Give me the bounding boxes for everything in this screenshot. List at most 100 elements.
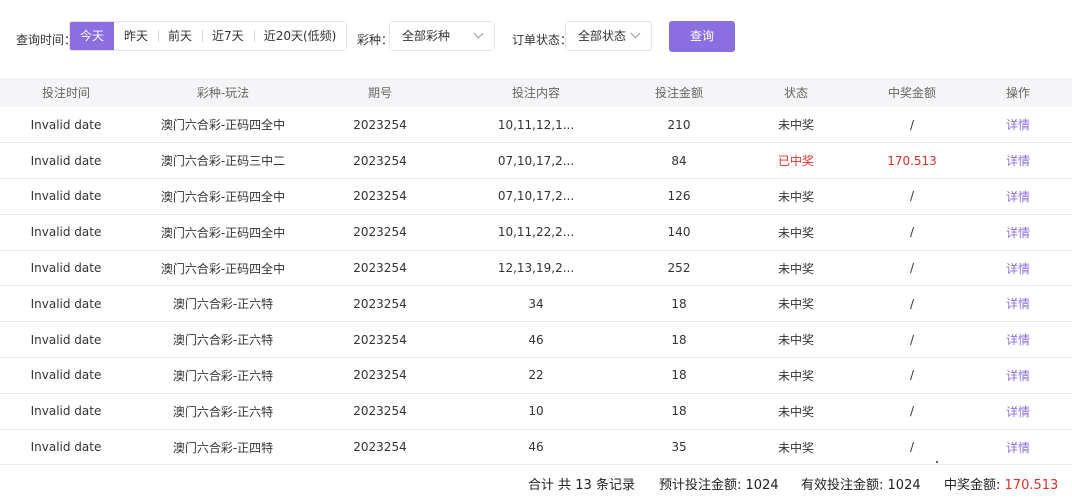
lottery-type-value: 全部彩种 (402, 29, 451, 43)
table-row: Invalid date 澳门六合彩-正码四全中 2023254 10,11,12,1… (0, 107, 1072, 143)
column-header: 期号 (367, 86, 392, 100)
bet-amount-cell: 18 (671, 368, 687, 383)
column-header: 投注内容 (511, 86, 560, 100)
prize-cell: / (909, 261, 915, 276)
game-cell: 澳门六合彩-正码四全中 (160, 225, 286, 240)
bet-content-cell: 34 (528, 296, 544, 311)
lottery-filter-label: 彩种： (357, 33, 394, 47)
bet-content-cell: 07,10,17,2... (497, 153, 575, 168)
bet-time-cell: Invalid date (30, 189, 102, 204)
decorative-dot (936, 461, 938, 463)
table-row: Invalid date 澳门六合彩-正六特 2023254 10 18 未中奖 / 详情 (0, 393, 1072, 430)
game-cell: 澳门六合彩-正码四全中 (160, 118, 286, 133)
bet-amount-cell: 35 (671, 440, 687, 455)
status-cell: 未中奖 (777, 118, 814, 133)
bet-content-cell: 10 (528, 404, 544, 419)
bet-content-cell: 22 (528, 368, 544, 383)
period-cell: 2023254 (353, 261, 407, 276)
time-filter-label: 查询时间： (16, 33, 77, 47)
time-tab-1[interactable]: 昨天 (114, 22, 158, 50)
summary-record-count: 合计 共 13 条记录 (528, 478, 635, 493)
time-tab-4[interactable]: 近20天(低频) (253, 22, 347, 50)
bet-amount-cell: 84 (671, 153, 687, 168)
time-range-tabs: 今天 昨天 前天 近7天 近20天(低频) (69, 21, 348, 51)
bet-amount-cell: 18 (671, 404, 687, 419)
detail-link[interactable]: 详情 (964, 179, 1072, 215)
detail-link[interactable]: 详情 (964, 358, 1072, 394)
chevron-down-icon (630, 28, 641, 39)
table-row: Invalid date 澳门六合彩-正码三中二 2023254 07,10,17,2… (0, 143, 1072, 179)
lottery-type-select[interactable]: 全部彩种 (389, 21, 495, 51)
status-cell: 未中奖 (777, 404, 814, 419)
bet-time-cell: Invalid date (30, 368, 102, 383)
detail-link[interactable]: 详情 (964, 107, 1072, 143)
prize-amount-value: 170.513 (1004, 478, 1059, 493)
status-cell: 未中奖 (777, 189, 814, 204)
bet-content-cell: 46 (528, 440, 544, 455)
table-header-row: 投注时间 彩种-玩法 期号 投注内容 投注金额 状态 中奖金额 操作 (0, 78, 1072, 107)
game-cell: 澳门六合彩-正六特 (172, 333, 274, 348)
prize-cell: / (909, 225, 915, 240)
status-cell: 已中奖 (777, 154, 814, 169)
detail-link[interactable]: 详情 (964, 143, 1072, 179)
order-status-select[interactable]: 全部状态 (565, 21, 652, 51)
detail-link[interactable]: 详情 (964, 286, 1072, 322)
column-header: 投注金额 (654, 86, 703, 100)
bet-time-cell: Invalid date (30, 153, 102, 168)
column-header: 操作 (1005, 86, 1030, 100)
period-cell: 2023254 (353, 153, 407, 168)
query-button[interactable]: 查询 (669, 21, 735, 52)
expected-amount-label: 预计投注金额: (659, 478, 742, 493)
bet-amount-cell: 18 (671, 296, 687, 311)
bet-records-table: 投注时间 彩种-玩法 期号 投注内容 投注金额 状态 中奖金额 操作 Invalid date… (0, 78, 1072, 465)
bet-time-cell: Invalid date (30, 404, 102, 419)
summary-expected-amount: 预计投注金额: 1024 (659, 474, 779, 494)
bet-content-cell: 07,10,17,2... (497, 189, 575, 204)
table-row: Invalid date 澳门六合彩-正六特 2023254 34 18 未中奖 / 详情 (0, 286, 1072, 322)
status-cell: 未中奖 (777, 297, 814, 312)
bet-time-cell: Invalid date (30, 332, 102, 347)
status-cell: 未中奖 (777, 225, 814, 240)
status-filter-label: 订单状态： (512, 33, 573, 47)
table-row: Invalid date 澳门六合彩-正码四全中 2023254 07,10,17,2… (0, 179, 1072, 215)
bet-time-cell: Invalid date (30, 225, 102, 240)
status-cell: 未中奖 (777, 333, 814, 348)
column-header: 中奖金额 (887, 86, 936, 100)
detail-link[interactable]: 详情 (964, 322, 1072, 358)
detail-link[interactable]: 详情 (964, 429, 1072, 465)
summary-prize-amount: 中奖金额: 170.513 (944, 474, 1058, 494)
prize-cell: / (909, 332, 915, 347)
column-header: 投注时间 (41, 86, 90, 100)
table-row: Invalid date 澳门六合彩-正四特 2023254 46 35 未中奖 / 详情 (0, 429, 1072, 465)
prize-cell: / (909, 117, 915, 132)
prize-amount-label: 中奖金额: (944, 478, 1001, 493)
game-cell: 澳门六合彩-正码三中二 (160, 154, 286, 169)
bet-amount-cell: 210 (667, 117, 691, 132)
table-row: Invalid date 澳门六合彩-正六特 2023254 46 18 未中奖 / 详情 (0, 322, 1072, 358)
expected-amount-value: 1024 (745, 478, 779, 493)
game-cell: 澳门六合彩-正六特 (172, 297, 274, 312)
column-header: 彩种-玩法 (196, 86, 250, 100)
bet-amount-cell: 252 (667, 261, 691, 276)
time-tab-3[interactable]: 近7天 (202, 22, 254, 50)
time-tab-2[interactable]: 前天 (158, 22, 202, 50)
period-cell: 2023254 (353, 440, 407, 455)
detail-link[interactable]: 详情 (964, 250, 1072, 286)
period-cell: 2023254 (353, 404, 407, 419)
game-cell: 澳门六合彩-正四特 (172, 440, 274, 455)
bet-content-cell: 12,13,19,2... (497, 261, 575, 276)
time-tab-0[interactable]: 今天 (70, 22, 115, 50)
detail-link[interactable]: 详情 (964, 393, 1072, 429)
period-cell: 2023254 (353, 332, 407, 347)
game-cell: 澳门六合彩-正六特 (172, 404, 274, 419)
period-cell: 2023254 (353, 225, 407, 240)
prize-cell: / (909, 368, 915, 383)
bet-time-cell: Invalid date (30, 296, 102, 311)
detail-link[interactable]: 详情 (964, 214, 1072, 250)
status-cell: 未中奖 (777, 440, 814, 455)
period-cell: 2023254 (353, 189, 407, 204)
bet-content-cell: 10,11,22,2... (497, 225, 575, 240)
bet-time-cell: Invalid date (30, 261, 102, 276)
chevron-down-icon (473, 28, 484, 39)
prize-cell: 170.513 (887, 153, 937, 168)
